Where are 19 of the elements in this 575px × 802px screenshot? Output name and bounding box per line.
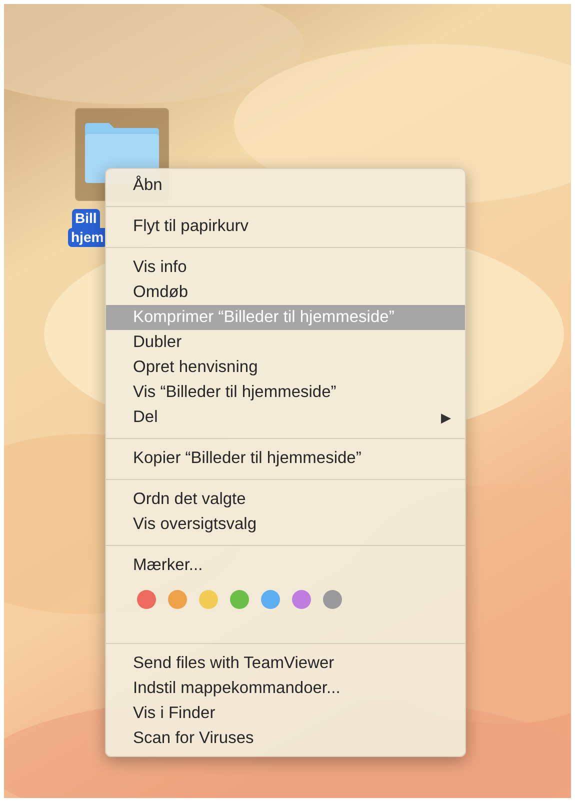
menu-item[interactable]: Send files with TeamViewer	[106, 651, 465, 676]
menu-item[interactable]: Vis oversigtsvalg	[106, 512, 465, 537]
menu-item[interactable]: Del ▶	[106, 405, 465, 430]
menu-item[interactable]: Åbn	[106, 173, 465, 198]
menu-item[interactable]: Omdøb	[106, 280, 465, 305]
folder-label: Bill	[72, 209, 100, 228]
folder-label: hjem	[68, 228, 107, 247]
submenu-arrow-icon: ▶	[441, 408, 451, 428]
menu-item[interactable]: Dubler	[106, 330, 465, 355]
menu-item[interactable]: Indstil mappekommandoer...	[106, 676, 465, 701]
menu-item[interactable]: Opret henvisning	[106, 355, 465, 380]
menu-item[interactable]: Flyt til papirkurv	[106, 214, 465, 239]
menu-item[interactable]: Vis i Finder	[106, 701, 465, 726]
menu-item[interactable]: Scan for Viruses	[106, 726, 465, 751]
menu-item[interactable]: Vis “Billeder til hjemmeside”	[106, 380, 465, 405]
menu-item[interactable]: Ordn det valgte	[106, 487, 465, 512]
menu-item[interactable]: Mærker...	[106, 553, 465, 578]
menu-item[interactable]: Kopier “Billeder til hjemmeside”	[106, 446, 465, 471]
menu-item[interactable]: Vis info	[106, 255, 465, 280]
